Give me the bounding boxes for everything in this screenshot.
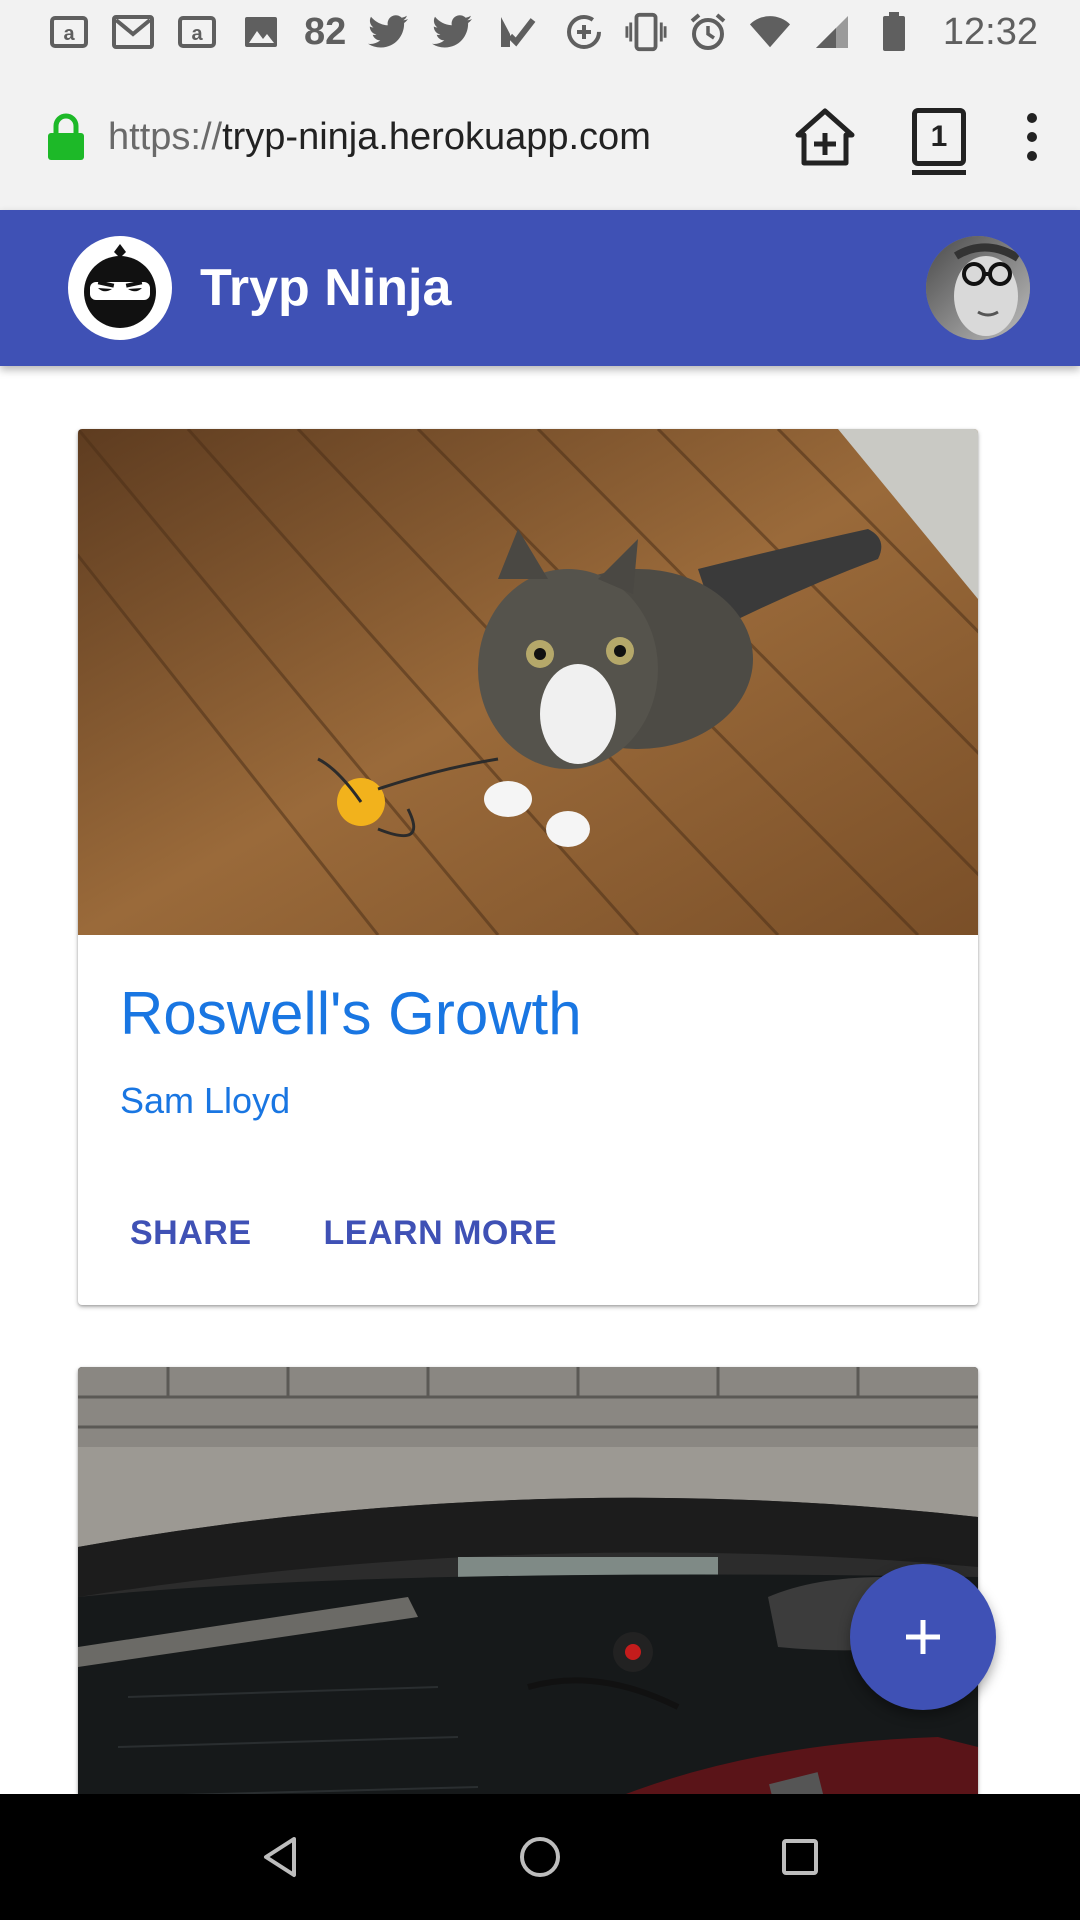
recents-icon[interactable] [770,1827,830,1887]
share-button[interactable]: SHARE [130,1214,252,1253]
app-bar: Tryp Ninja [0,210,1080,366]
home-icon[interactable] [510,1827,570,1887]
plus-icon [906,1620,940,1654]
twitter-icon [432,11,474,53]
image-icon [240,11,282,53]
app-title: Tryp Ninja [200,259,452,317]
checklist-icon [496,11,538,53]
system-nav-bar [0,1794,1080,1920]
card-actions: SHARE LEARN MORE [120,1214,936,1253]
browser-actions: 1 [794,107,1042,175]
status-bar: a a 82 12:32 [0,0,1080,64]
amazon-icon: a [176,11,218,53]
svg-text:a: a [63,23,75,45]
add-trip-button[interactable] [850,1564,996,1710]
status-notifications: a a 82 [48,11,538,54]
card-image-cat[interactable] [78,429,978,935]
tab-switcher-button[interactable]: 1 [912,108,966,175]
story-card: Roswell's Growth Sam Lloyd SHARE LEARN M… [78,429,978,1305]
amazon-icon: a [48,11,90,53]
add-to-home-icon[interactable] [794,107,856,167]
url-field[interactable]: https://tryp-ninja.herokuapp.com [108,116,794,159]
vibrate-icon [625,11,667,53]
clock: 12:32 [942,10,1038,53]
lock-icon[interactable] [46,107,92,167]
twitter-icon [368,11,410,53]
data-saver-icon [563,11,605,53]
url-scheme: https:// [108,115,223,158]
url-host: tryp-ninja.herokuapp.com [222,115,651,158]
signal-icon [811,11,853,53]
user-avatar[interactable] [926,236,1030,340]
alarm-icon [687,11,729,53]
card-title[interactable]: Roswell's Growth [120,979,936,1048]
learn-more-button[interactable]: LEARN MORE [324,1214,558,1253]
status-system-icons: 12:32 [563,11,1038,54]
more-menu-icon[interactable] [1022,113,1042,161]
wifi-icon [749,11,791,53]
back-icon[interactable] [250,1827,310,1887]
gmail-icon [112,11,154,53]
browser-toolbar: https://tryp-ninja.herokuapp.com 1 [0,64,1080,210]
ninja-logo[interactable] [68,236,172,340]
card-author[interactable]: Sam Lloyd [120,1080,936,1122]
battery-icon [873,11,915,53]
card-content: Roswell's Growth Sam Lloyd SHARE LEARN M… [78,935,978,1253]
notification-count: 82 [304,10,347,53]
svg-text:a: a [191,23,203,45]
